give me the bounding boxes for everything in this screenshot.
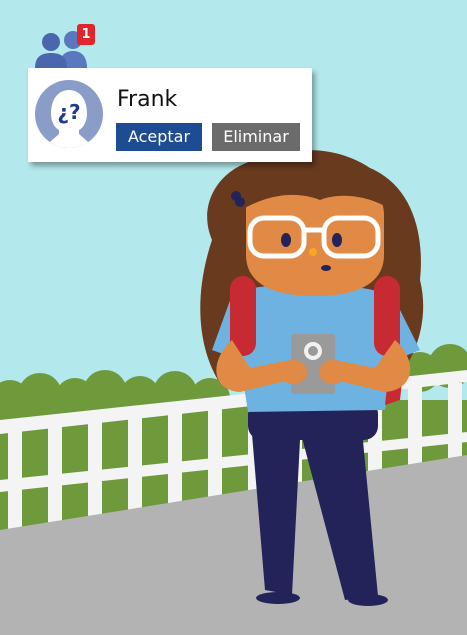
unknown-user-glyph: ¿?	[57, 100, 81, 124]
notification-count-badge: 1	[77, 24, 95, 45]
friend-request-card: ¿? Frank Aceptar Eliminar	[28, 68, 312, 162]
accept-button[interactable]: Aceptar	[116, 123, 202, 151]
delete-button[interactable]: Eliminar	[212, 123, 300, 151]
requester-name: Frank	[117, 87, 178, 112]
unknown-user-avatar[interactable]: ¿?	[35, 80, 103, 148]
